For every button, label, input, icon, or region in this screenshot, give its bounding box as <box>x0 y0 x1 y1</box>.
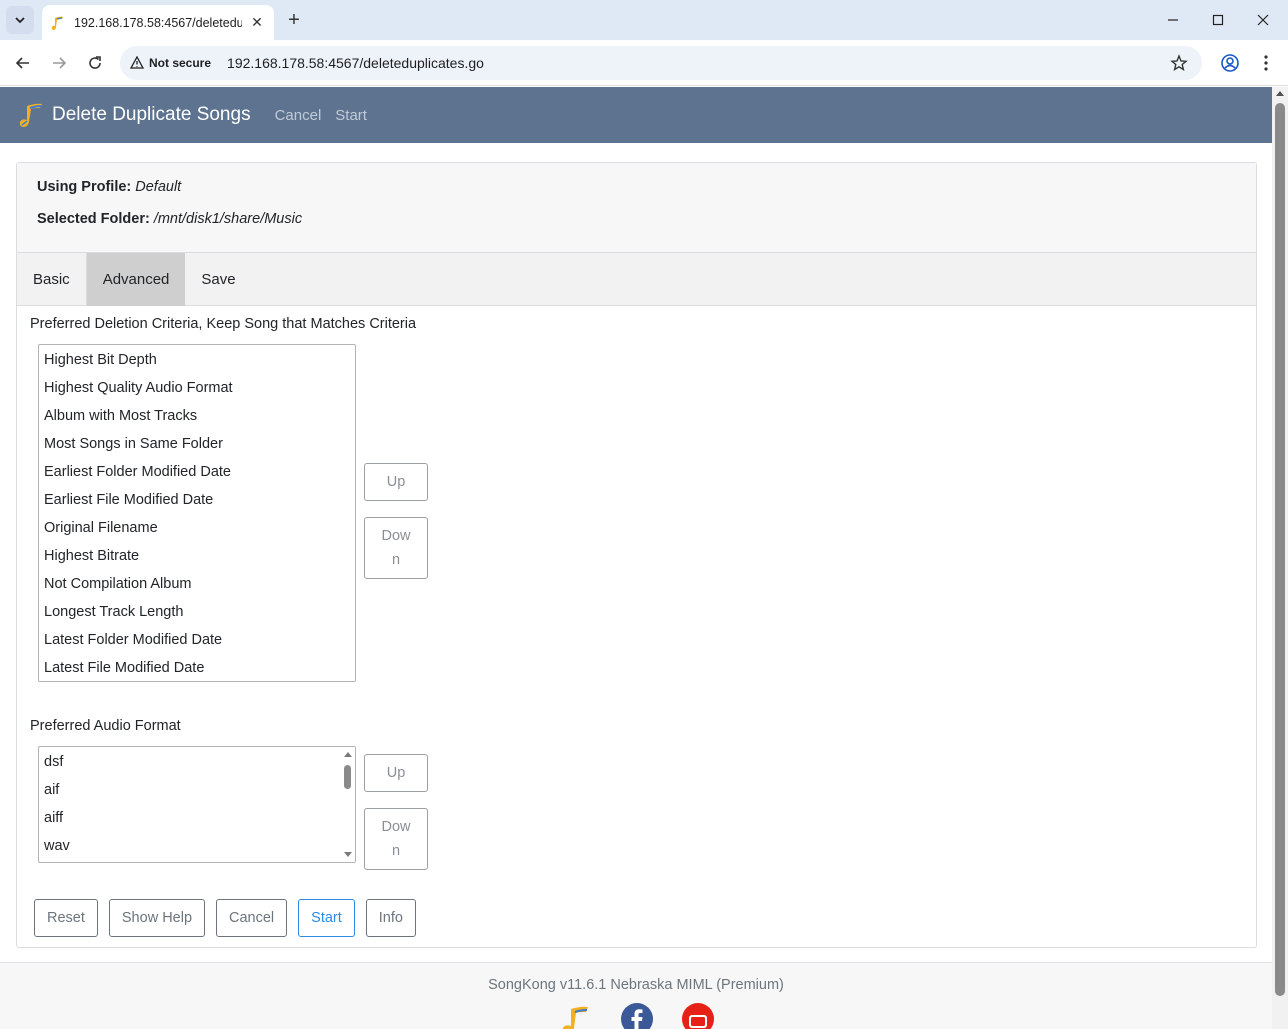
list-item[interactable]: aif <box>39 776 355 804</box>
list-item[interactable]: Original Filename <box>39 514 355 542</box>
scroll-up-arrow-icon[interactable] <box>1276 91 1284 96</box>
profile-icon[interactable] <box>1216 49 1244 77</box>
browser-tab[interactable]: 192.168.178.58:4567/deletedup ✕ <box>42 5 274 40</box>
action-buttons: Reset Show Help Cancel Start Info <box>34 899 427 937</box>
list-item[interactable]: Not Compilation Album <box>39 570 355 598</box>
page-scrollbar[interactable] <box>1272 87 1288 1029</box>
reload-icon[interactable] <box>81 49 109 77</box>
scroll-thumb[interactable] <box>344 765 351 789</box>
list-item[interactable]: Most Songs in Same Folder <box>39 430 355 458</box>
chevron-down-icon <box>15 17 25 24</box>
folder-info: Selected Folder:/mnt/disk1/share/Music <box>37 211 302 227</box>
tab-save[interactable]: Save <box>185 253 251 306</box>
security-indicator[interactable]: Not secure <box>130 56 211 70</box>
security-label: Not secure <box>149 56 212 70</box>
browser-tabstrip: 192.168.178.58:4567/deletedup ✕ + <box>0 0 1288 40</box>
version-text: SongKong v11.6.1 Nebraska MIML (Premium) <box>488 977 784 993</box>
youtube-icon[interactable] <box>682 1003 714 1029</box>
profile-label: Using Profile: <box>37 179 132 195</box>
list-item[interactable]: dsf <box>39 748 355 776</box>
profile-info: Using Profile: Default <box>37 179 181 195</box>
page-footer: SongKong v11.6.1 Nebraska MIML (Premium) <box>0 962 1272 1029</box>
start-button[interactable]: Start <box>298 899 355 937</box>
maximize-icon[interactable] <box>1195 0 1241 40</box>
list-item[interactable]: aiff <box>39 804 355 832</box>
list-scrollbar[interactable] <box>340 747 355 862</box>
folder-value: /mnt/disk1/share/Music <box>153 211 303 227</box>
app-title[interactable]: Delete Duplicate Songs <box>52 104 251 126</box>
cancel-button[interactable]: Cancel <box>216 899 288 937</box>
format-up-button[interactable]: Up <box>364 754 428 792</box>
songkong-logo-icon[interactable] <box>560 1003 592 1029</box>
profile-value: Default <box>135 179 182 195</box>
minimize-icon[interactable] <box>1150 0 1196 40</box>
warning-icon <box>130 56 144 69</box>
forward-icon[interactable] <box>45 49 73 77</box>
settings-card: Using Profile: Default Selected Folder:/m… <box>16 162 1257 948</box>
list-item[interactable]: Album with Most Tracks <box>39 402 355 430</box>
facebook-icon[interactable] <box>621 1003 653 1029</box>
list-item[interactable]: Highest Quality Audio Format <box>39 374 355 402</box>
list-item[interactable]: Longest Track Length <box>39 598 355 626</box>
audio-format-label: Preferred Audio Format <box>30 718 181 734</box>
info-button[interactable]: Info <box>365 899 416 937</box>
tab-advanced[interactable]: Advanced <box>86 253 186 306</box>
tab-title: 192.168.178.58:4567/deletedup <box>74 15 242 30</box>
address-bar[interactable]: Not secure 192.168.178.58:4567/deletedup… <box>120 46 1202 80</box>
audio-format-list[interactable]: dsf aif aiff wav <box>38 746 356 863</box>
show-help-button[interactable]: Show Help <box>108 899 206 937</box>
deletion-criteria-list[interactable]: Highest Bit Depth Highest Quality Audio … <box>38 344 356 682</box>
bookmark-star-icon[interactable] <box>1170 54 1188 72</box>
settings-tabs: Basic Advanced Save <box>17 253 1256 306</box>
nav-cancel-link[interactable]: Cancel <box>275 107 322 124</box>
page-viewport: Delete Duplicate Songs Cancel Start Usin… <box>0 87 1272 1029</box>
list-item[interactable]: Highest Bitrate <box>39 542 355 570</box>
list-item[interactable]: Latest File Modified Date <box>39 654 355 681</box>
scroll-down-arrow-icon[interactable] <box>344 852 352 857</box>
close-tab-icon[interactable]: ✕ <box>248 14 266 31</box>
list-item[interactable]: Earliest Folder Modified Date <box>39 458 355 486</box>
folder-label: Selected Folder: <box>37 211 150 227</box>
url-text[interactable]: 192.168.178.58:4567/deleteduplicates.go <box>227 55 484 71</box>
new-tab-icon[interactable]: + <box>282 8 306 32</box>
tab-search-button[interactable] <box>6 6 34 34</box>
nav-start-link[interactable]: Start <box>335 107 367 124</box>
deletion-criteria-label: Preferred Deletion Criteria, Keep Song t… <box>30 316 417 332</box>
list-item[interactable]: Earliest File Modified Date <box>39 486 355 514</box>
format-down-button[interactable]: Down <box>364 808 428 870</box>
criteria-down-button[interactable]: Down <box>364 517 428 579</box>
window-close-icon[interactable] <box>1240 0 1286 40</box>
page-scroll-thumb[interactable] <box>1275 103 1285 996</box>
list-item[interactable]: Highest Bit Depth <box>39 346 355 374</box>
songkong-logo-icon <box>19 103 42 127</box>
list-item[interactable]: wav <box>39 832 355 860</box>
back-icon[interactable] <box>9 49 37 77</box>
browser-menu-icon[interactable] <box>1252 49 1280 77</box>
criteria-up-button[interactable]: Up <box>364 463 428 501</box>
tab-basic[interactable]: Basic <box>17 253 87 306</box>
app-navbar: Delete Duplicate Songs Cancel Start <box>0 87 1272 143</box>
list-item[interactable]: Latest Folder Modified Date <box>39 626 355 654</box>
scroll-up-arrow-icon[interactable] <box>344 752 352 757</box>
reset-button[interactable]: Reset <box>34 899 98 937</box>
card-header: Using Profile: Default Selected Folder:/m… <box>17 163 1256 253</box>
songkong-favicon-icon <box>51 16 63 30</box>
browser-toolbar: Not secure 192.168.178.58:4567/deletedup… <box>0 40 1288 86</box>
